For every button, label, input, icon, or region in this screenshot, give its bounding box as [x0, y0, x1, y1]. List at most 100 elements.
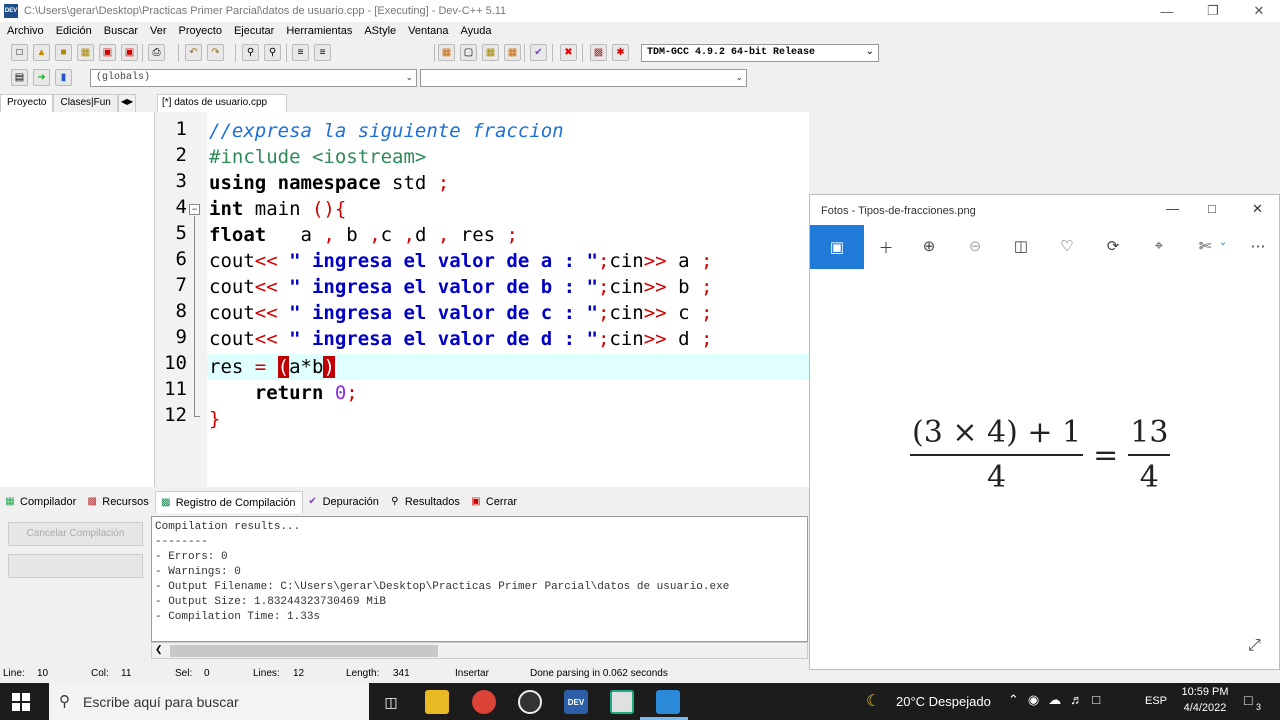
- zoom-out-icon[interactable]: ⊖: [964, 237, 986, 255]
- unindent-icon[interactable]: ≡: [314, 44, 331, 61]
- indent-icon[interactable]: ≡: [292, 44, 309, 61]
- photos-taskbar-icon[interactable]: [656, 690, 680, 714]
- compile-icon[interactable]: ▦: [438, 44, 455, 61]
- print-icon[interactable]: ⎙: [148, 44, 165, 61]
- zoom-in-icon[interactable]: ⊕: [918, 237, 940, 255]
- undo-icon[interactable]: ↶: [185, 44, 202, 61]
- tab-recursos[interactable]: ▩ Recursos: [82, 496, 154, 508]
- open-file-icon[interactable]: ▲: [33, 44, 50, 61]
- tab-label: Recursos: [102, 496, 149, 508]
- run-icon[interactable]: ▢: [460, 44, 477, 61]
- more-options-icon[interactable]: ⋯: [1247, 237, 1269, 255]
- menu-bar: Archivo Edición Buscar Ver Proyecto Ejec…: [0, 22, 1280, 40]
- devcpp-taskbar-icon[interactable]: DEV: [564, 690, 588, 714]
- tab-clases[interactable]: Clases|Fun: [53, 94, 118, 112]
- menu-herramientas[interactable]: Herramientas: [281, 25, 359, 37]
- favorite-heart-icon[interactable]: ♡: [1056, 237, 1078, 255]
- clock-date[interactable]: 4/4/2022: [1180, 702, 1230, 714]
- tab-depuracion[interactable]: ✔ Depuración: [303, 496, 385, 508]
- tab-proyecto[interactable]: Proyecto: [0, 94, 54, 112]
- tab-resultados[interactable]: ⚲ Resultados: [385, 496, 466, 508]
- close-file-icon[interactable]: ▣: [99, 44, 116, 61]
- identifier: a: [266, 224, 324, 246]
- photos-minimize-button[interactable]: —: [1166, 201, 1179, 216]
- taskbar-search-box[interactable]: ⚲ Escribe aquí para buscar: [49, 683, 369, 720]
- weather-text[interactable]: 20°C Despejado: [896, 694, 991, 709]
- tab-registro-compilacion[interactable]: ▩ Registro de Compilación: [154, 491, 303, 513]
- tab-compilador[interactable]: ▦ Compilador: [0, 496, 82, 508]
- stop-execution-icon[interactable]: ✖: [560, 44, 577, 61]
- redo-icon[interactable]: ↷: [207, 44, 224, 61]
- horizontal-scrollbar[interactable]: ❮: [151, 642, 808, 659]
- minimize-button[interactable]: —: [1144, 0, 1190, 22]
- line-number: 12: [164, 404, 187, 426]
- menu-buscar[interactable]: Buscar: [99, 25, 145, 37]
- insert-icon[interactable]: ▤: [11, 69, 28, 86]
- menu-archivo[interactable]: Archivo: [2, 25, 51, 37]
- crop-icon[interactable]: ⌖: [1148, 237, 1170, 254]
- menu-ayuda[interactable]: Ayuda: [456, 25, 499, 37]
- photos-close-button[interactable]: ✕: [1252, 201, 1263, 217]
- language-indicator[interactable]: ESP: [1145, 695, 1167, 707]
- task-view-icon[interactable]: ◫: [379, 690, 403, 714]
- compiler-select[interactable]: TDM-GCC 4.9.2 64-bit Release ⌄: [641, 44, 879, 62]
- find-icon[interactable]: ⚲: [242, 44, 259, 61]
- main-toolbar: □ ▲ ■ ▦ ▣ ▣ ⎙ ↶ ↷ ⚲ ⚲ ≡ ≡ ▦ ▢ ▦ ▦ ✔ ✖ ▩ …: [0, 41, 880, 65]
- symbol: >>: [643, 250, 667, 272]
- menu-ejecutar[interactable]: Ejecutar: [229, 25, 281, 37]
- chevron-down-icon[interactable]: ⌄: [1212, 237, 1234, 248]
- code-editor[interactable]: 1 2 3 4 5 6 7 8 9 10 11 12 − //expresa l…: [157, 112, 809, 487]
- compile-log-output[interactable]: Compilation results... -------- - Errors…: [151, 516, 808, 642]
- file-explorer-icon[interactable]: [425, 690, 449, 714]
- menu-edicion[interactable]: Edición: [51, 25, 99, 37]
- obs-icon[interactable]: [518, 690, 542, 714]
- chevron-down-icon: ⌄: [865, 47, 874, 58]
- notification-icon[interactable]: □: [1244, 692, 1252, 708]
- check-syntax-icon[interactable]: ✔: [530, 44, 547, 61]
- save-icon[interactable]: ■: [55, 44, 72, 61]
- profile-icon[interactable]: ▩: [590, 44, 607, 61]
- image-view-icon[interactable]: ▣: [810, 225, 864, 269]
- expand-icon[interactable]: ⤢: [1248, 637, 1261, 655]
- bookmark-icon[interactable]: ▮: [55, 69, 72, 86]
- new-file-icon[interactable]: □: [11, 44, 28, 61]
- app-window-icon[interactable]: [610, 690, 634, 714]
- photos-toolbar: ▣ ＋ ⊕ ⊖ ◫ ♡ ⟳ ⌖ ✄ ⌄ ⋯: [810, 225, 1280, 269]
- editor-tab[interactable]: [*] datos de usuario.cpp: [157, 94, 287, 112]
- scroll-left-icon[interactable]: ❮: [155, 644, 163, 655]
- fold-toggle-icon[interactable]: −: [189, 204, 200, 215]
- function-select[interactable]: ⌄: [420, 69, 747, 87]
- chevron-down-icon: ⌄: [735, 73, 743, 83]
- tab-cerrar[interactable]: ▣ Cerrar: [466, 496, 523, 508]
- debug-icon[interactable]: ✱: [612, 44, 629, 61]
- close-all-icon[interactable]: ▣: [121, 44, 138, 61]
- rotate-icon[interactable]: ⟳: [1102, 237, 1124, 255]
- close-button[interactable]: ✕: [1236, 0, 1280, 22]
- restore-button[interactable]: ❐: [1190, 0, 1236, 22]
- goto-icon[interactable]: ➜: [33, 69, 50, 86]
- chrome-icon[interactable]: [472, 690, 496, 714]
- menu-astyle[interactable]: AStyle: [359, 25, 403, 37]
- tab-scroll-arrows[interactable]: ◀▶: [117, 94, 137, 112]
- save-all-icon[interactable]: ▦: [77, 44, 94, 61]
- windows-start-icon[interactable]: [12, 693, 30, 711]
- photos-window: Fotos - Tipos-de-fracciones.png — □ ✕ ▣ …: [809, 194, 1280, 670]
- photos-maximize-button[interactable]: □: [1208, 201, 1216, 216]
- menu-ventana[interactable]: Ventana: [403, 25, 455, 37]
- menu-ver[interactable]: Ver: [145, 25, 174, 37]
- cancel-compilation-button[interactable]: Cancelar Compilación: [8, 522, 143, 546]
- delete-icon[interactable]: ◫: [1010, 237, 1032, 255]
- compile-run-icon[interactable]: ▦: [482, 44, 499, 61]
- system-tray-icons[interactable]: ⌃◉☁♬□: [1008, 692, 1109, 708]
- scope-select[interactable]: (globals) ⌄: [90, 69, 417, 87]
- scope-select-value: (globals): [96, 72, 151, 83]
- clock-time[interactable]: 10:59 PM: [1180, 686, 1230, 698]
- bracket-match: (: [277, 356, 290, 378]
- identifier: a: [666, 250, 701, 272]
- menu-proyecto[interactable]: Proyecto: [174, 25, 229, 37]
- replace-icon[interactable]: ⚲: [264, 44, 281, 61]
- add-icon[interactable]: ＋: [875, 237, 897, 258]
- scrollbar-thumb[interactable]: [170, 645, 438, 657]
- compile-buttons-panel: Cancelar Compilación: [0, 514, 150, 660]
- rebuild-icon[interactable]: ▦: [504, 44, 521, 61]
